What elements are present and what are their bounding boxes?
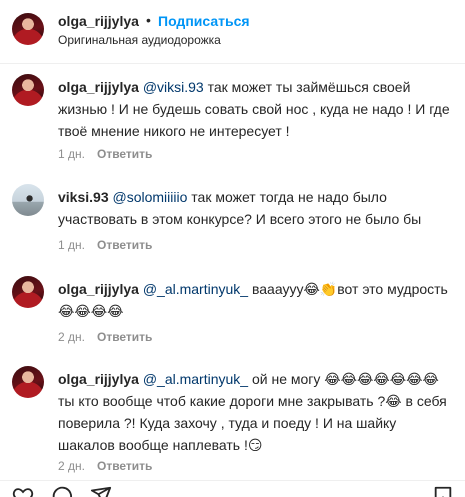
audio-label[interactable]: Оригинальная аудиодорожка	[58, 33, 221, 47]
post-header: olga_rijjylya • Подписаться Оригинальная…	[0, 0, 465, 64]
reply-button[interactable]: Ответить	[97, 459, 152, 473]
comment-username[interactable]: olga_rijjylya	[58, 79, 139, 95]
comment-text: viksi.93 @solomiiiiio так может тогда не…	[58, 186, 450, 230]
header-username[interactable]: olga_rijjylya	[58, 13, 139, 29]
avatar[interactable]	[12, 184, 44, 216]
follow-button[interactable]: Подписаться	[158, 13, 250, 29]
heart-icon[interactable]	[12, 485, 34, 497]
reply-button[interactable]: Ответить	[97, 330, 152, 344]
share-icon[interactable]	[90, 485, 112, 497]
avatar[interactable]	[12, 13, 44, 45]
comment-username[interactable]: olga_rijjylya	[58, 281, 139, 297]
comment-time[interactable]: 1 дн.	[58, 238, 85, 252]
comment-username[interactable]: viksi.93	[58, 189, 109, 205]
reply-button[interactable]: Ответить	[97, 238, 152, 252]
comment-time[interactable]: 2 дн.	[58, 330, 85, 344]
comment-text: olga_rijjylya @viksi.93 так может ты зай…	[58, 76, 450, 142]
avatar[interactable]	[12, 276, 44, 308]
comment-meta: 2 дн. Ответить	[58, 330, 152, 344]
avatar[interactable]	[12, 366, 44, 398]
comment-text: olga_rijjylya @_al.martinyuk_ ой не могу…	[58, 368, 450, 456]
reply-button[interactable]: Ответить	[97, 147, 152, 161]
comment-icon[interactable]	[51, 485, 73, 497]
avatar[interactable]	[12, 74, 44, 106]
comment-time[interactable]: 2 дн.	[58, 459, 85, 473]
comment-username[interactable]: olga_rijjylya	[58, 371, 139, 387]
comment-meta: 2 дн. Ответить	[58, 459, 152, 473]
comment-mention[interactable]: @_al.martinyuk_	[143, 371, 248, 387]
comment-text: olga_rijjylya @_al.martinyuk_ вааауyy😂👏в…	[58, 278, 450, 322]
comment-meta: 1 дн. Ответить	[58, 147, 152, 161]
comment-time[interactable]: 1 дн.	[58, 147, 85, 161]
comment-mention[interactable]: @viksi.93	[143, 79, 204, 95]
separator-dot: •	[146, 12, 151, 28]
comment-mention[interactable]: @_al.martinyuk_	[143, 281, 248, 297]
comment-meta: 1 дн. Ответить	[58, 238, 152, 252]
comment-mention[interactable]: @solomiiiiio	[113, 189, 188, 205]
bookmark-icon[interactable]	[432, 485, 454, 497]
action-bar	[0, 480, 465, 497]
